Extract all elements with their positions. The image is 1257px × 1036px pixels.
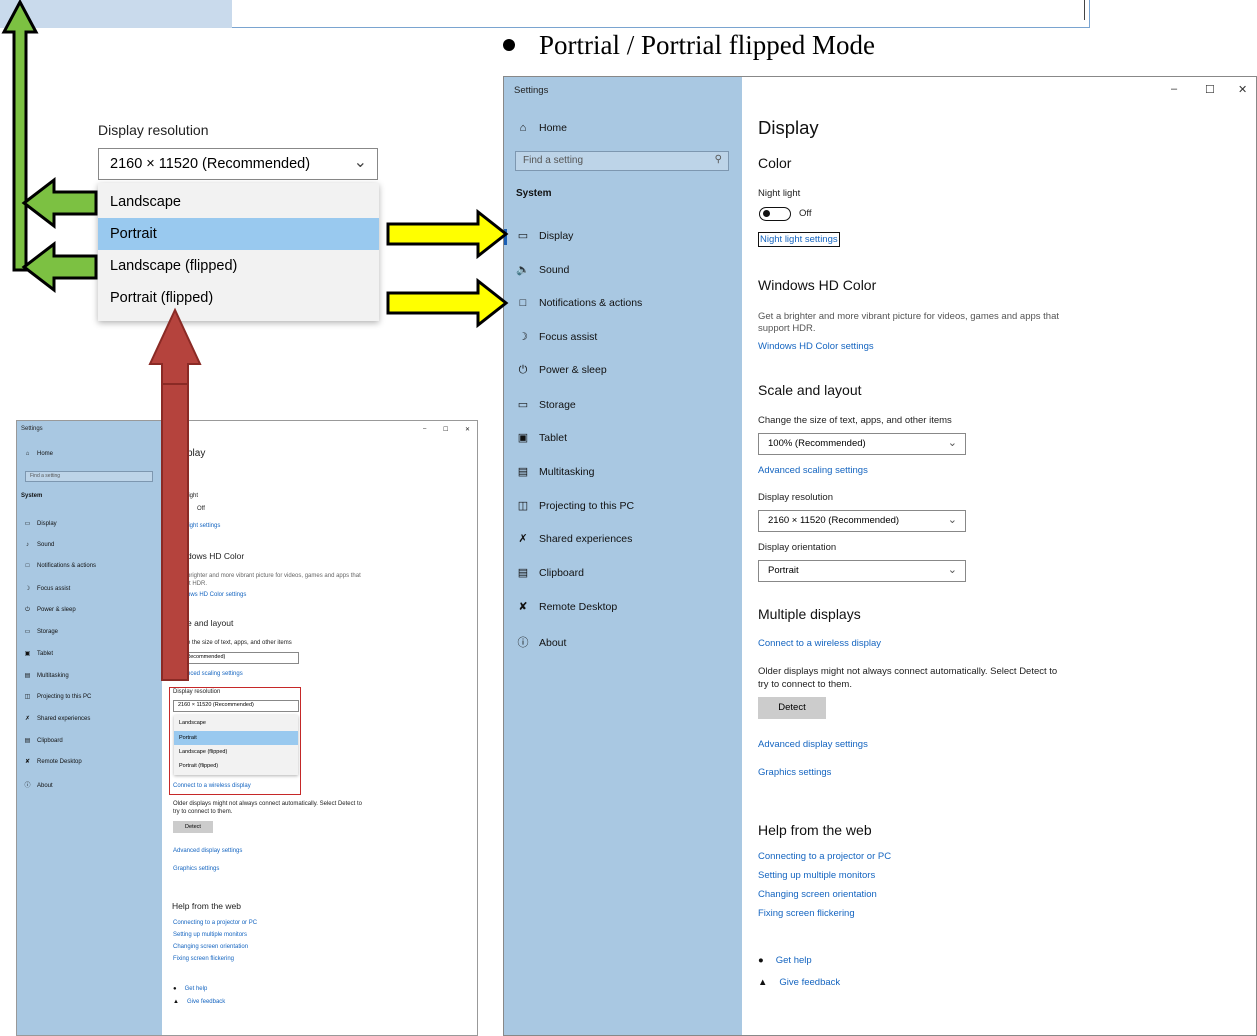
yellow-right-arrow-2 (386, 277, 509, 329)
green-left-arrow-2 (21, 240, 98, 294)
yellow-right-arrow-1 (386, 208, 509, 260)
red-up-arrow (148, 307, 202, 681)
green-up-arrow (1, 0, 39, 272)
green-left-arrow-1 (21, 176, 98, 230)
annotation-arrows (1, 0, 509, 681)
